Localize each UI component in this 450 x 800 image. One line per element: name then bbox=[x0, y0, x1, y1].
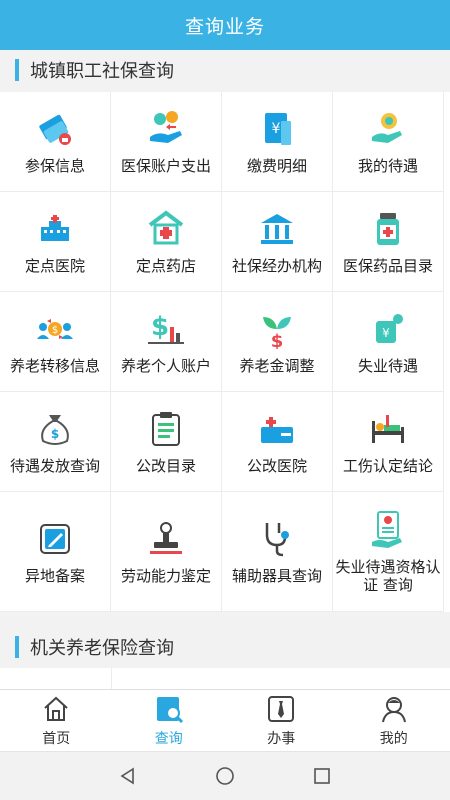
tab-query[interactable]: 查询 bbox=[113, 690, 226, 751]
grid-item-remote-filing[interactable]: 异地备案 bbox=[0, 492, 111, 612]
tab-label: 查询 bbox=[154, 730, 183, 747]
grid-item-label: 养老转移信息 bbox=[9, 356, 100, 375]
hospital-icon bbox=[35, 209, 75, 249]
grid-item-my-benefits[interactable]: 我的待遇 bbox=[333, 92, 444, 192]
grid-item-unemployment-certification[interactable]: 失业待遇资格认证 查询 bbox=[333, 492, 444, 612]
tab-label: 我的 bbox=[379, 730, 408, 747]
stethoscope-icon bbox=[257, 519, 297, 559]
user-icon bbox=[379, 694, 409, 724]
svg-text:$: $ bbox=[52, 325, 58, 336]
grid-item-label: 社保经办机构 bbox=[231, 256, 322, 275]
tab-label: 办事 bbox=[267, 730, 296, 747]
section-title: 机关养老保险查询 bbox=[30, 638, 174, 659]
section-accent-bar bbox=[15, 59, 19, 81]
stamp-icon bbox=[146, 519, 186, 559]
bottom-tab-bar: 首页 查询 办事 我的 bbox=[0, 689, 450, 751]
grid-item-label: 养老个人账户 bbox=[120, 356, 211, 375]
grid-item-label: 失业待遇 bbox=[357, 356, 418, 375]
tab-services[interactable]: 办事 bbox=[225, 690, 338, 751]
tab-label: 首页 bbox=[42, 730, 71, 747]
svg-text:¥: ¥ bbox=[272, 121, 281, 137]
grid-item-reform-catalog[interactable]: 公改目录 bbox=[111, 392, 222, 492]
grid-item-label: 工伤认定结论 bbox=[342, 456, 433, 475]
medical-kit-icon bbox=[257, 409, 297, 449]
search-doc-icon bbox=[154, 694, 184, 724]
grid-item-enrollment-info[interactable]: 参保信息 bbox=[0, 92, 111, 192]
cell-divider bbox=[111, 668, 112, 690]
grid-item-reform-hospital[interactable]: 公改医院 bbox=[222, 392, 333, 492]
insurance-card-icon bbox=[35, 109, 75, 149]
grid-item-label: 缴费明细 bbox=[246, 156, 307, 175]
grid-item-label: 定点医院 bbox=[24, 256, 85, 275]
grid-item-pharmacy[interactable]: 定点药店 bbox=[111, 192, 222, 292]
grid-item-medicine-catalog[interactable]: 医保药品目录 bbox=[333, 192, 444, 292]
grid-item-institution[interactable]: 社保经办机构 bbox=[222, 192, 333, 292]
title-bar: 查询业务 bbox=[0, 0, 450, 50]
edit-document-icon bbox=[35, 519, 75, 559]
grid-item-label: 我的待遇 bbox=[357, 156, 418, 175]
grid-item-unemployment[interactable]: ¥ 失业待遇 bbox=[333, 292, 444, 392]
tab-home[interactable]: 首页 bbox=[0, 690, 113, 751]
tie-icon bbox=[266, 694, 296, 724]
grid-item-label: 失业待遇资格认证 查询 bbox=[335, 557, 441, 594]
unemployment-icon: ¥ bbox=[368, 309, 408, 349]
grid-item-label: 公改医院 bbox=[246, 456, 307, 475]
account-expense-icon bbox=[146, 109, 186, 149]
grid-item-pension-account[interactable]: $ 养老个人账户 bbox=[111, 292, 222, 392]
pharmacy-icon bbox=[146, 209, 186, 249]
grid-item-label: 辅助器具查询 bbox=[231, 566, 322, 585]
back-icon[interactable] bbox=[108, 756, 148, 796]
tab-mine[interactable]: 我的 bbox=[338, 690, 450, 751]
grid-item-payment-detail[interactable]: ¥ 缴费明细 bbox=[222, 92, 333, 192]
grid-item-label: 异地备案 bbox=[24, 566, 85, 585]
grid-item-label: 定点药店 bbox=[135, 256, 196, 275]
svg-text:$: $ bbox=[271, 331, 284, 349]
grid-item-label: 待遇发放查询 bbox=[9, 456, 100, 475]
grid-item-label: 医保药品目录 bbox=[342, 256, 433, 275]
home-circle-icon[interactable] bbox=[205, 756, 245, 796]
medicine-bottle-icon bbox=[368, 209, 408, 249]
service-grid: 参保信息 医保账户支出 ¥ 缴费明细 我的待遇 定点医院 定点药店 社保经办机构… bbox=[0, 92, 450, 612]
grid-item-benefit-payment[interactable]: $ 待遇发放查询 bbox=[0, 392, 111, 492]
partial-grid-row bbox=[0, 668, 450, 690]
section-header-urban: 城镇职工社保查询 bbox=[0, 50, 450, 90]
grid-item-injury-conclusion[interactable]: 工伤认定结论 bbox=[333, 392, 444, 492]
grid-item-label: 劳动能力鉴定 bbox=[120, 566, 211, 585]
grid-item-assistive-devices[interactable]: 辅助器具查询 bbox=[222, 492, 333, 612]
system-nav-bar bbox=[0, 751, 450, 800]
section-accent-bar bbox=[15, 636, 19, 658]
payment-detail-icon: ¥ bbox=[257, 109, 297, 149]
pension-transfer-icon: $ bbox=[35, 309, 75, 349]
pension-account-icon: $ bbox=[146, 309, 186, 349]
grid-item-pension-adjust[interactable]: $ 养老金调整 bbox=[222, 292, 333, 392]
section-title: 城镇职工社保查询 bbox=[30, 61, 174, 82]
svg-text:¥: ¥ bbox=[382, 326, 390, 340]
page-title: 查询业务 bbox=[184, 15, 265, 38]
institution-icon bbox=[257, 209, 297, 249]
grid-item-pension-transfer[interactable]: $ 养老转移信息 bbox=[0, 292, 111, 392]
my-benefits-icon bbox=[368, 109, 408, 149]
certificate-icon bbox=[368, 510, 408, 550]
svg-text:$: $ bbox=[151, 312, 169, 342]
injury-bed-icon bbox=[368, 409, 408, 449]
grid-item-account-expense[interactable]: 医保账户支出 bbox=[111, 92, 222, 192]
svg-text:$: $ bbox=[51, 427, 59, 441]
pension-adjust-icon: $ bbox=[257, 309, 297, 349]
money-bag-icon: $ bbox=[35, 409, 75, 449]
grid-item-label: 养老金调整 bbox=[239, 356, 315, 375]
grid-item-label: 参保信息 bbox=[24, 156, 85, 175]
recents-icon[interactable] bbox=[302, 756, 342, 796]
grid-item-work-ability[interactable]: 劳动能力鉴定 bbox=[111, 492, 222, 612]
clipboard-icon bbox=[146, 409, 186, 449]
home-icon bbox=[41, 694, 71, 724]
section-header-agency: 机关养老保险查询 bbox=[0, 627, 450, 667]
grid-item-hospital[interactable]: 定点医院 bbox=[0, 192, 111, 292]
grid-item-label: 公改目录 bbox=[135, 456, 196, 475]
grid-item-label: 医保账户支出 bbox=[120, 156, 211, 175]
